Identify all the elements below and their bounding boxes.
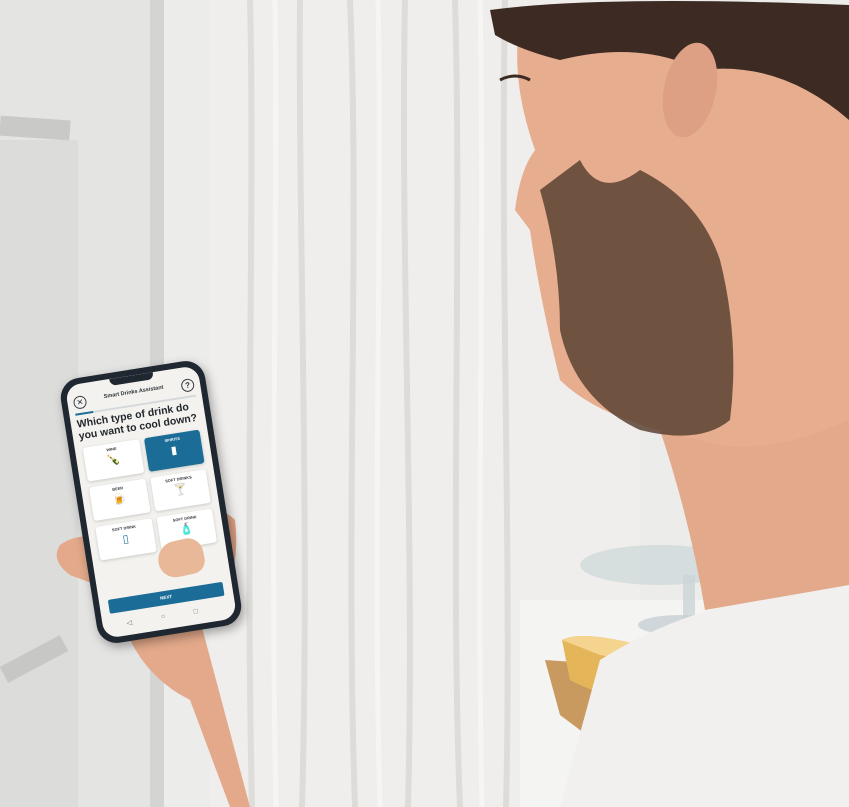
option-card-wine[interactable]: WINE 🍾 [82,439,144,482]
nav-back-icon[interactable]: ◁ [126,619,132,627]
option-card-beer[interactable]: BEER 🍺 [88,478,151,522]
option-card-soft-drinks[interactable]: SOFT DRINKS 🍸 [149,469,211,512]
close-icon[interactable]: ✕ [72,394,88,410]
option-card-spirits[interactable]: SPIRITS ▮ [143,429,205,472]
option-card-soft-drink-glass[interactable]: SOFT DRINK ▯ [95,518,157,561]
nav-recent-icon[interactable]: □ [193,608,198,616]
help-icon[interactable]: ? [180,377,196,393]
photo-scene: ✕ Smart Drinks Assistant ? Which type of… [0,0,849,807]
nav-home-icon[interactable]: ○ [161,613,166,621]
